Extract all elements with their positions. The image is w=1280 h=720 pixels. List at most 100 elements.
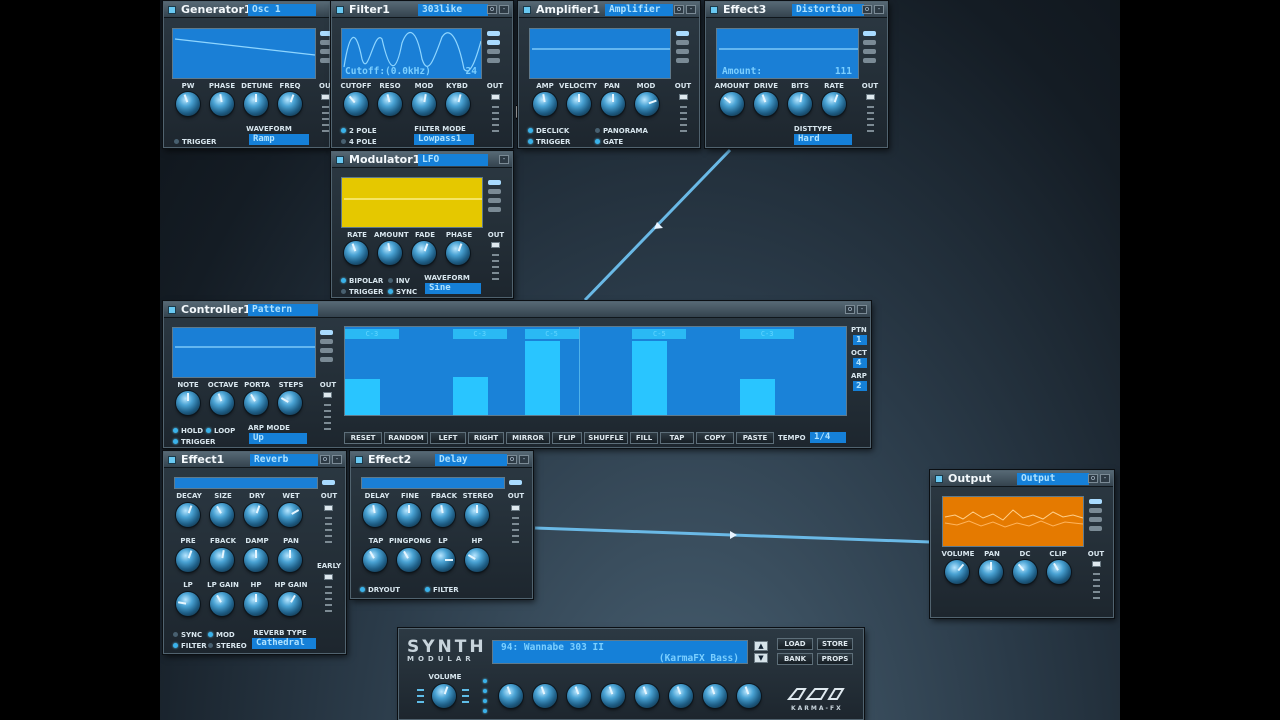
out-level-meter[interactable] — [1091, 561, 1102, 609]
options-button[interactable]: o — [487, 5, 497, 14]
kybd-knob[interactable] — [446, 92, 470, 116]
pattern-grid[interactable]: C-3 C-3 C-5 C-5 C-3 — [344, 326, 847, 416]
view-button[interactable] — [487, 58, 500, 63]
view-button[interactable] — [487, 31, 500, 36]
damp-knob[interactable] — [244, 548, 268, 572]
preset-field[interactable]: Reverb — [250, 454, 318, 466]
view-button[interactable] — [676, 58, 689, 63]
view-button[interactable] — [863, 58, 876, 63]
trigger-toggle[interactable] — [174, 139, 179, 144]
lp-knob[interactable] — [176, 592, 200, 616]
shuffle-button[interactable]: SHUFFLE — [584, 432, 628, 444]
module-enable-toggle[interactable] — [523, 6, 531, 14]
generator-titlebar[interactable]: Generator1 Osc 1 — [164, 2, 329, 18]
pan-knob[interactable] — [979, 560, 1003, 584]
reset-button[interactable]: RESET — [344, 432, 382, 444]
size-knob[interactable] — [210, 503, 234, 527]
fine-knob[interactable] — [397, 503, 421, 527]
minimize-button[interactable]: - — [499, 5, 509, 14]
gate-toggle[interactable] — [595, 139, 600, 144]
options-button[interactable]: o — [674, 5, 684, 14]
reso-knob[interactable] — [378, 92, 402, 116]
view-button[interactable] — [1089, 508, 1102, 513]
right-button[interactable]: RIGHT — [468, 432, 504, 444]
hp-knob[interactable] — [244, 592, 268, 616]
out-level-meter[interactable] — [490, 94, 501, 139]
options-button[interactable]: o — [1088, 474, 1098, 483]
props-button[interactable]: PROPS — [817, 653, 853, 665]
effect1-titlebar[interactable]: Effect1 Reverb o- — [164, 452, 345, 468]
pw-knob[interactable] — [176, 92, 200, 116]
clip-knob[interactable] — [1047, 560, 1071, 584]
arp-mode-select[interactable]: Up — [249, 433, 307, 444]
options-button[interactable]: o — [507, 455, 517, 464]
view-button[interactable] — [1089, 517, 1102, 522]
note-knob[interactable] — [176, 391, 200, 415]
view-button[interactable] — [487, 40, 500, 45]
view-button[interactable] — [320, 357, 333, 362]
mirror-button[interactable]: MIRROR — [506, 432, 550, 444]
paste-button[interactable]: PASTE — [736, 432, 774, 444]
view-button[interactable] — [488, 207, 501, 212]
phase-knob[interactable] — [210, 92, 234, 116]
disttype-select[interactable]: Hard — [794, 134, 852, 145]
filter-mode-select[interactable]: Lowpass1 — [414, 134, 474, 145]
amplifier-titlebar[interactable]: Amplifier1 Amplifier o- — [519, 2, 699, 18]
rate-knob[interactable] — [822, 92, 846, 116]
decay-knob[interactable] — [176, 503, 200, 527]
preset-field[interactable]: 303like — [418, 4, 488, 16]
module-enable-toggle[interactable] — [355, 456, 363, 464]
view-button[interactable] — [1089, 499, 1102, 504]
out-level-meter[interactable] — [678, 94, 689, 139]
fill-button[interactable]: FILL — [630, 432, 658, 444]
delay-knob[interactable] — [363, 503, 387, 527]
filter-titlebar[interactable]: Filter1 303like o- — [332, 2, 512, 18]
view-button[interactable] — [322, 480, 335, 485]
ptn-select[interactable]: 1 — [853, 335, 867, 345]
phase-knob[interactable] — [446, 241, 470, 265]
preset-display[interactable]: 94: Wannabe 303 II (KarmaFX Bass) — [492, 640, 748, 664]
mod-knob[interactable] — [412, 92, 436, 116]
preset-field[interactable]: Output — [1017, 473, 1089, 485]
sync-toggle[interactable] — [388, 289, 393, 294]
left-button[interactable]: LEFT — [430, 432, 466, 444]
fade-knob[interactable] — [412, 241, 436, 265]
module-enable-toggle[interactable] — [168, 306, 176, 314]
effect3-titlebar[interactable]: Effect3 Distortion o- — [706, 2, 887, 18]
step-note-label[interactable]: C-5 — [632, 329, 687, 339]
macro-knob-1[interactable] — [499, 684, 523, 708]
master-volume-knob[interactable] — [432, 684, 456, 708]
macro-knob-8[interactable] — [737, 684, 761, 708]
copy-button[interactable]: COPY — [696, 432, 734, 444]
minimize-button[interactable]: - — [1100, 474, 1110, 483]
fback-knob[interactable] — [431, 503, 455, 527]
out-level-meter[interactable] — [865, 94, 876, 139]
panorama-toggle[interactable] — [595, 128, 600, 133]
macro-knob-4[interactable] — [601, 684, 625, 708]
arp-side-select[interactable]: 2 — [853, 381, 867, 391]
minimize-button[interactable]: - — [519, 455, 529, 464]
bank-button[interactable]: BANK — [777, 653, 813, 665]
output-titlebar[interactable]: Output Output o- — [931, 471, 1113, 487]
view-button[interactable] — [320, 348, 333, 353]
step-note-label[interactable]: C-3 — [740, 329, 795, 339]
view-button[interactable] — [863, 40, 876, 45]
module-enable-toggle[interactable] — [336, 156, 344, 164]
out-level-meter[interactable] — [320, 94, 331, 139]
effect2-module[interactable]: Effect2 Delay o- DELAY FINE FBACK STEREO… — [350, 451, 533, 599]
pole2-radio[interactable] — [341, 128, 346, 133]
step-bar[interactable] — [345, 379, 380, 415]
flip-button[interactable]: FLIP — [552, 432, 582, 444]
lp-knob[interactable] — [431, 548, 455, 572]
macro-knob-3[interactable] — [567, 684, 591, 708]
octave-knob[interactable] — [210, 391, 234, 415]
view-button[interactable] — [676, 40, 689, 45]
bipolar-toggle[interactable] — [341, 278, 346, 283]
detune-knob[interactable] — [244, 92, 268, 116]
minimize-button[interactable]: - — [686, 5, 696, 14]
options-button[interactable]: o — [862, 5, 872, 14]
effect2-titlebar[interactable]: Effect2 Delay o- — [351, 452, 532, 468]
bits-knob[interactable] — [788, 92, 812, 116]
cutoff-knob[interactable] — [344, 92, 368, 116]
module-enable-toggle[interactable] — [710, 6, 718, 14]
